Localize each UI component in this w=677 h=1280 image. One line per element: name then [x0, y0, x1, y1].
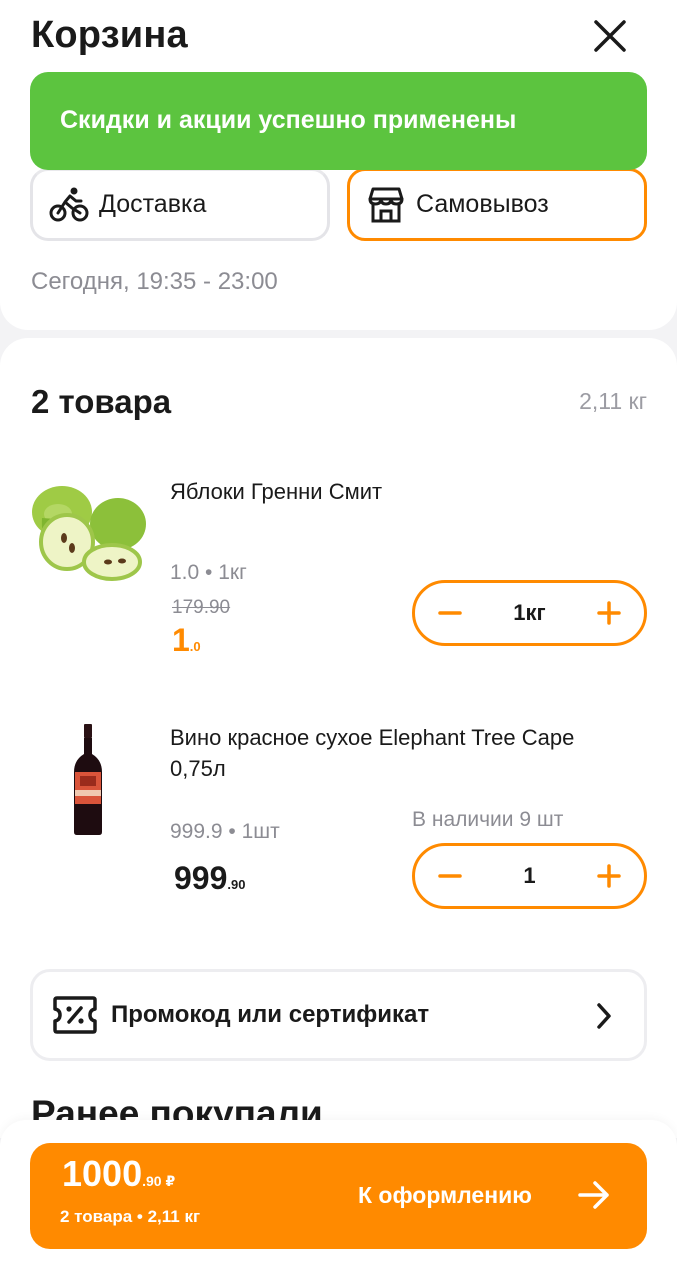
decrease-button[interactable] [417, 583, 483, 643]
price-wine: 999.90 [174, 860, 246, 896]
store-icon [364, 183, 408, 227]
chevron-right-icon [597, 1003, 611, 1029]
promo-code-button[interactable]: Промокод или сертификат [30, 969, 647, 1061]
arrow-right-icon [578, 1181, 609, 1209]
apples-image[interactable] [30, 482, 148, 587]
plus-icon [597, 864, 621, 888]
minus-icon [438, 874, 462, 878]
pickup-option-label: Самовывоз [416, 190, 549, 218]
pickup-option-button[interactable]: Самовывоз [347, 168, 647, 241]
checkout-label: К оформлению [358, 1182, 532, 1208]
checkout-button[interactable]: 1000.90 ₽ 2 товара • 2,11 кг К оформлени… [30, 1143, 647, 1249]
quantity-stepper-apples: 1кг [412, 580, 647, 646]
unit-price-apples: 1.0 • 1кг [170, 561, 247, 584]
increase-button[interactable] [576, 846, 642, 906]
close-button[interactable] [588, 14, 632, 58]
increase-button[interactable] [576, 583, 642, 643]
close-icon [594, 20, 626, 52]
minus-icon [438, 611, 462, 615]
checkout-summary: 2 товара • 2,11 кг [60, 1207, 201, 1226]
quantity-value: 1кг [513, 600, 546, 625]
quantity-stepper-wine: 1 [412, 843, 647, 909]
decrease-button[interactable] [417, 846, 483, 906]
bicycle-icon [47, 183, 91, 227]
unit-price-wine: 999.9 • 1шт [170, 820, 280, 843]
cart-total-weight: 2,11 кг [579, 388, 647, 414]
promo-code-label: Промокод или сертификат [111, 1001, 430, 1028]
cart-items-count: 2 товара [31, 383, 172, 420]
wine-bottle-image[interactable] [72, 724, 104, 841]
plus-icon [597, 601, 621, 625]
discount-applied-toast: Скидки и акции успешно применены [30, 72, 647, 170]
stock-availability: В наличии 9 шт [412, 808, 564, 831]
delivery-time: Сегодня, 19:35 - 23:00 [31, 268, 278, 295]
price-apples: 1.0 [172, 622, 201, 658]
delivery-option-label: Доставка [99, 190, 207, 218]
old-price-apples: 179.90 [172, 597, 231, 618]
cart-total-price: 1000.90 ₽ [62, 1153, 176, 1194]
quantity-value: 1 [523, 863, 536, 888]
delivery-option-button[interactable]: Доставка [30, 168, 330, 241]
product-name-apples[interactable]: Яблоки Гренни Смит [170, 476, 620, 507]
coupon-icon [53, 996, 97, 1034]
product-name-wine[interactable]: Вино красное сухое Elephant Tree Cape 0,… [170, 722, 620, 784]
page-title: Корзина [31, 14, 188, 56]
